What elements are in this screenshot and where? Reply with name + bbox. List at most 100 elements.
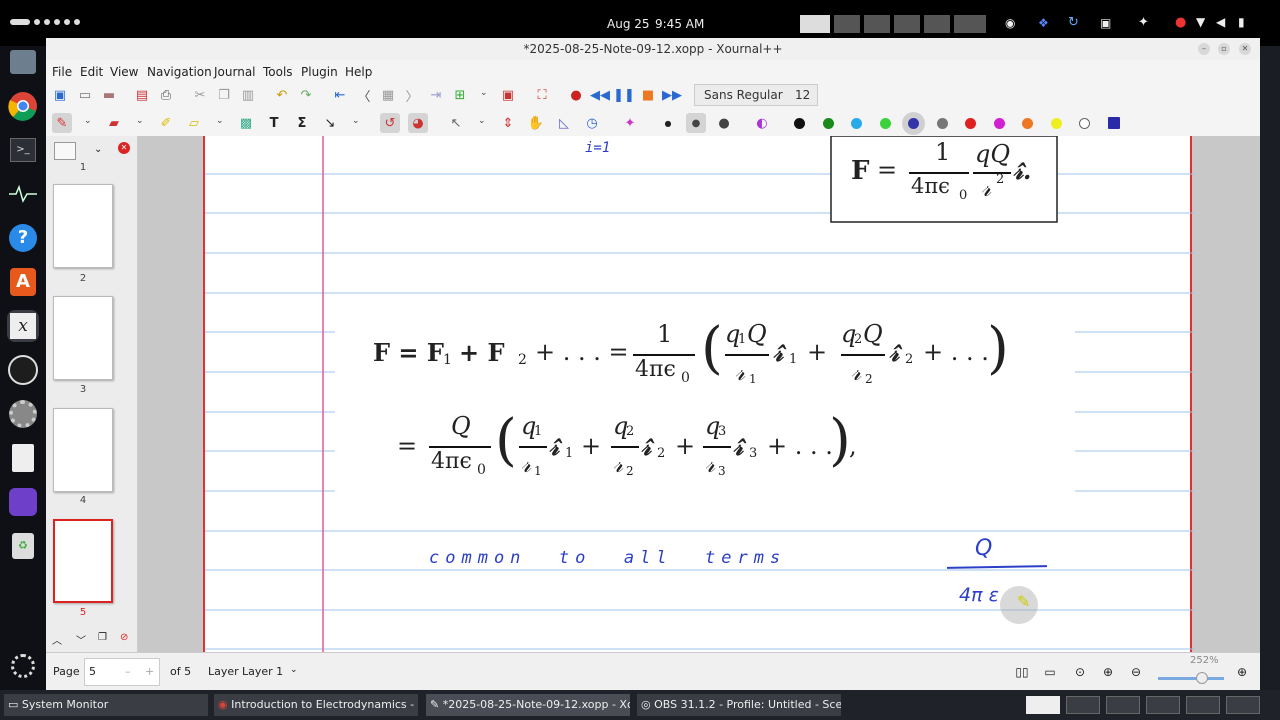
first-page-icon[interactable]: ⇤ xyxy=(330,85,350,105)
font-selector[interactable]: Sans Regular 12 xyxy=(694,84,818,106)
chevron-down-icon[interactable]: ⌄ xyxy=(478,116,486,126)
chevron-down-icon[interactable]: ⌄ xyxy=(94,144,102,155)
clock-time[interactable]: 9:45 AM xyxy=(655,17,704,31)
vertical-space-icon[interactable]: ⇕ xyxy=(498,113,518,133)
clipboard-tray-icon[interactable]: ▣ xyxy=(1100,16,1111,30)
clock-date[interactable]: Aug 25 xyxy=(607,17,650,31)
undo-icon[interactable]: ↶ xyxy=(272,85,292,105)
shapes-tool-icon[interactable]: ▱ xyxy=(184,113,204,133)
files-app-icon[interactable] xyxy=(7,46,39,78)
next-page-icon[interactable]: 〉 xyxy=(402,85,422,105)
copy-icon[interactable]: ❐ xyxy=(214,85,234,105)
workspace-indicator[interactable] xyxy=(54,19,60,25)
workspace-switcher-5[interactable] xyxy=(1186,696,1220,714)
workspace-preview[interactable] xyxy=(954,15,986,33)
menu-view[interactable]: View xyxy=(110,65,138,79)
latex-tool-icon[interactable]: Σ xyxy=(292,113,312,133)
fullscreen-icon[interactable]: ⛶ xyxy=(532,85,552,105)
last-page-icon[interactable]: ⇥ xyxy=(426,85,446,105)
rewind-icon[interactable]: ◀◀ xyxy=(590,85,610,105)
dropbox-tray-icon[interactable]: ❖ xyxy=(1038,16,1049,30)
paste-icon[interactable]: ▥ xyxy=(238,85,258,105)
menu-journal[interactable]: Journal xyxy=(214,65,256,79)
workspace-preview[interactable] xyxy=(924,15,950,33)
open-folder-icon[interactable]: ▬ xyxy=(99,85,119,105)
delete-page-icon[interactable]: ▣ xyxy=(498,85,518,105)
volume-icon[interactable]: ◀ xyxy=(1216,15,1225,29)
decrement-icon[interactable]: – xyxy=(125,665,131,678)
highlighter-tool-icon[interactable]: ✐ xyxy=(156,113,176,133)
workspace-indicator[interactable] xyxy=(64,19,70,25)
page-number-input[interactable]: 5 – + xyxy=(84,658,160,686)
shape-recognizer-icon[interactable]: ◕ xyxy=(408,113,428,133)
goto-page-icon[interactable]: ▦ xyxy=(378,85,398,105)
color-swatch[interactable] xyxy=(822,118,834,129)
refresh-tray-icon[interactable]: ↻ xyxy=(1068,15,1079,30)
wifi-icon[interactable]: ▼ xyxy=(1196,15,1205,29)
workspace-indicator[interactable] xyxy=(74,19,80,25)
taskbar-xournal[interactable]: ✎ *2025-08-25-Note-09-12.xopp - Xou... xyxy=(426,694,630,716)
pen-tool-icon[interactable]: ✎ xyxy=(52,113,72,133)
hand-tool-icon[interactable]: ✋ xyxy=(526,113,546,133)
increment-icon[interactable]: + xyxy=(145,665,154,678)
window-titlebar[interactable]: *2025-08-25-Note-09-12.xopp - Xournal++ … xyxy=(46,38,1260,60)
line-tool-icon[interactable]: ↘ xyxy=(320,113,340,133)
two-pages-icon[interactable]: ▯▯ xyxy=(1012,663,1032,681)
chevron-down-icon[interactable]: ⌄ xyxy=(290,665,298,675)
thickness-fine-icon[interactable]: ● xyxy=(658,113,678,133)
menu-edit[interactable]: Edit xyxy=(80,65,103,79)
minimize-button[interactable]: – xyxy=(1198,43,1210,55)
thickness-thick-icon[interactable]: ● xyxy=(714,113,734,133)
equation-superposition[interactable]: F = F 1 + F 2 + . . . = 1 4πϵ 0 ( q 1 Q … xyxy=(373,312,1013,394)
workspace-preview[interactable] xyxy=(864,15,890,33)
color-swatch[interactable] xyxy=(879,118,891,129)
trash-icon[interactable]: ♻ xyxy=(7,530,39,562)
pause-icon[interactable]: ❚❚ xyxy=(613,85,635,105)
microphone-icon[interactable]: ● xyxy=(1175,15,1186,30)
chevron-down-icon[interactable]: ⌄ xyxy=(352,116,360,126)
color-swatch[interactable] xyxy=(851,118,862,129)
move-page-down-icon[interactable]: ﹀ xyxy=(76,632,86,647)
menu-navigation[interactable]: Navigation xyxy=(147,65,212,79)
page-thumbnail-5[interactable] xyxy=(53,519,113,603)
color-swatch[interactable] xyxy=(993,118,1005,129)
chevron-down-icon[interactable]: ⌄ xyxy=(480,88,488,98)
text-tool-icon[interactable]: T xyxy=(264,113,284,133)
chevron-down-icon[interactable]: ⌄ xyxy=(216,116,224,126)
export-pdf-icon[interactable]: ▤ xyxy=(132,85,152,105)
ruler-mode-icon[interactable]: ↺ xyxy=(380,113,400,133)
color-swatch[interactable] xyxy=(1079,118,1090,129)
fill-tool-icon[interactable]: ✦ xyxy=(620,113,640,133)
chrome-tray-icon[interactable]: ◉ xyxy=(1005,16,1015,30)
sidebar-layout-button[interactable] xyxy=(54,142,76,160)
battery-icon[interactable]: ▮ xyxy=(1238,15,1245,29)
redo-icon[interactable]: ↷ xyxy=(296,85,316,105)
menu-plugin[interactable]: Plugin xyxy=(301,65,338,79)
menu-file[interactable]: File xyxy=(52,65,72,79)
print-icon[interactable]: ⎙ xyxy=(156,85,176,105)
close-sidebar-icon[interactable]: ✕ xyxy=(118,142,130,154)
chrome-app-icon[interactable] xyxy=(7,90,39,122)
zoom-slider-handle[interactable] xyxy=(1196,672,1208,684)
new-document-icon[interactable]: ▭ xyxy=(75,85,95,105)
xournal-app-icon[interactable]: x xyxy=(7,310,39,342)
zoom-in-icon[interactable]: ⊕ xyxy=(1098,663,1118,681)
setsquare-icon[interactable]: ◺ xyxy=(554,113,574,133)
delete-page-icon[interactable]: ⊘ xyxy=(120,632,128,643)
menu-tools[interactable]: Tools xyxy=(263,65,293,79)
insert-page-icon[interactable]: ⊞ xyxy=(450,85,470,105)
workspace-indicator[interactable] xyxy=(34,19,40,25)
zoom-100-icon[interactable]: ⊕ xyxy=(1232,663,1252,681)
zoom-out-icon[interactable]: ⊖ xyxy=(1126,663,1146,681)
page-thumbnail-4[interactable] xyxy=(53,408,113,492)
thickness-medium-icon[interactable]: ● xyxy=(686,113,706,133)
workspace-switcher-3[interactable] xyxy=(1106,696,1140,714)
system-monitor-icon[interactable] xyxy=(7,178,39,210)
zoom-fit-icon[interactable]: ⊙ xyxy=(1070,663,1090,681)
record-icon[interactable]: ● xyxy=(566,85,586,105)
save-icon[interactable]: ▣ xyxy=(50,85,70,105)
zoom-slider[interactable] xyxy=(1158,677,1224,680)
presentation-icon[interactable]: ▭ xyxy=(1040,663,1060,681)
chevron-down-icon[interactable]: ⌄ xyxy=(136,116,144,126)
compass-icon[interactable]: ◷ xyxy=(582,113,602,133)
